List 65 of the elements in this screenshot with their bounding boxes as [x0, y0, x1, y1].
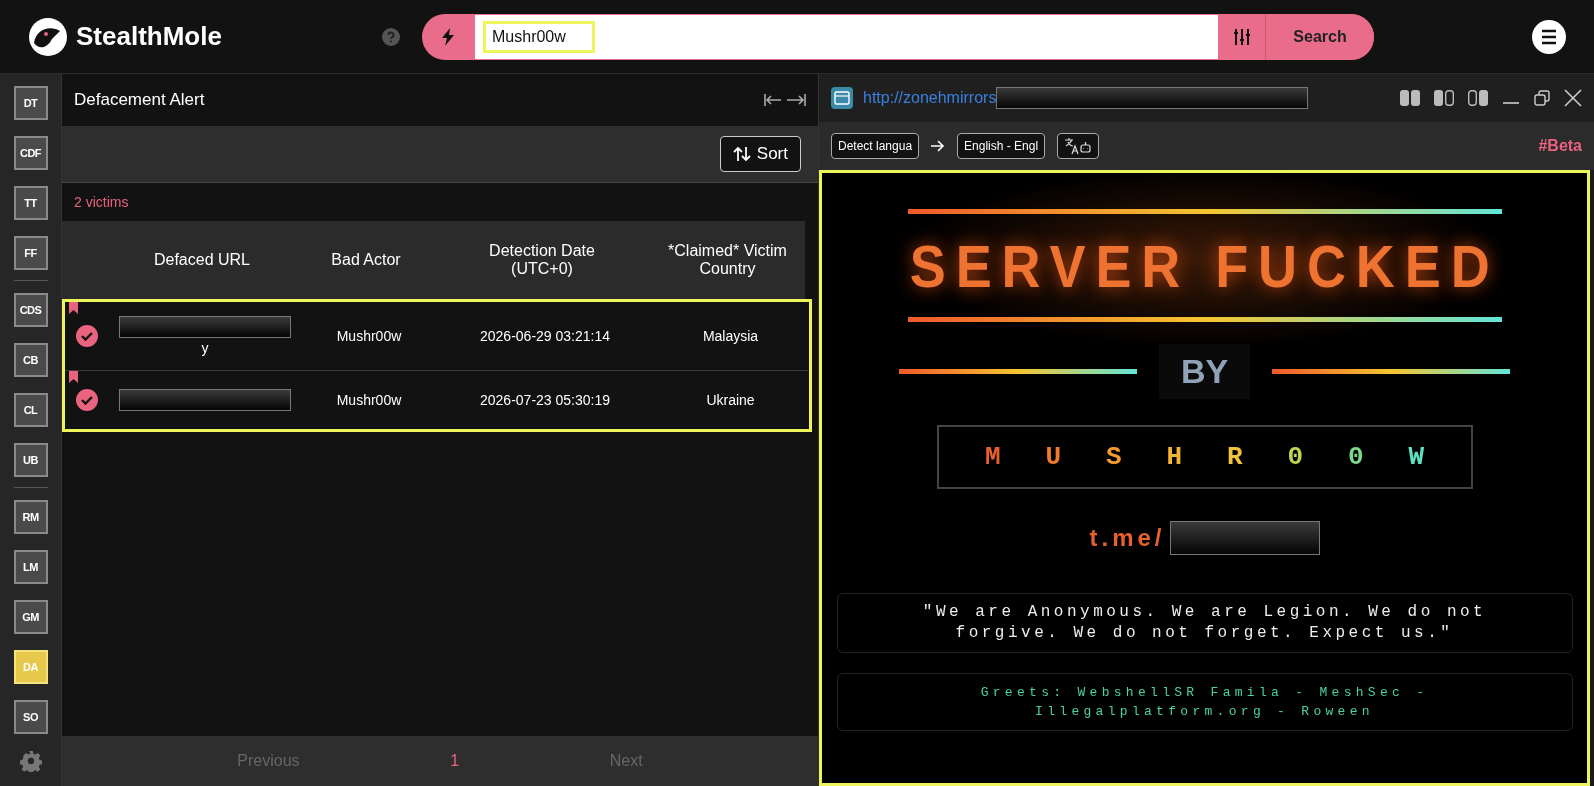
- by-label: BY: [1158, 344, 1251, 399]
- defacement-headline: SERVER FUCKED: [909, 232, 1500, 301]
- browser-window-icon: [831, 87, 853, 109]
- menu-icon[interactable]: [1532, 19, 1566, 54]
- column-header[interactable]: Defaced URL: [106, 251, 298, 269]
- lightning-icon[interactable]: [441, 27, 455, 46]
- settings-icon[interactable]: [19, 750, 42, 772]
- quote-text: "We are Anonymous. We are Legion. We do not forgive. We do not forget. Expect us.": [836, 593, 1573, 653]
- sidebar-button[interactable]: CL: [13, 393, 48, 427]
- beta-label: #Beta: [1538, 137, 1582, 155]
- column-header[interactable]: Bad Actor: [298, 251, 434, 269]
- sidebar-button[interactable]: FF: [13, 236, 48, 270]
- table-cell-text: Ukraine: [705, 392, 756, 408]
- checkmark-icon[interactable]: [76, 325, 98, 347]
- table-cell-text: Mushr00w: [335, 328, 403, 344]
- split-view-icon[interactable]: [1400, 90, 1420, 106]
- checkmark-icon[interactable]: [76, 389, 98, 411]
- bookmark-icon[interactable]: [69, 302, 78, 314]
- sort-icon: [732, 146, 751, 162]
- mole-logo-icon: [28, 16, 68, 57]
- name-letter: S: [1105, 442, 1122, 472]
- bookmark-icon[interactable]: [69, 371, 78, 383]
- filter-sliders-icon[interactable]: [1233, 27, 1251, 46]
- name-letter: R: [1226, 442, 1243, 472]
- table-cell-text: 2026-06-29 03:21:14: [479, 328, 611, 344]
- translate-button[interactable]: [1057, 133, 1100, 159]
- target-language-select[interactable]: English - Engl: [957, 133, 1046, 159]
- name-letter: M: [984, 442, 1001, 472]
- search-field[interactable]: Mushr00w: [483, 20, 595, 53]
- sidebar-button[interactable]: UB: [13, 443, 48, 477]
- source-language-select[interactable]: Detect langua: [831, 133, 920, 159]
- greets-text: Greets: WebshellSR Famila - MeshSec - Illegalplatform.org - Roween: [836, 673, 1573, 731]
- table-cell-text: Malaysia: [701, 328, 760, 344]
- sidebar-button[interactable]: RM: [13, 500, 48, 534]
- page-url[interactable]: http://zonehmirrors: [863, 89, 997, 107]
- sidebar-button[interactable]: DT: [13, 86, 48, 120]
- sidebar-button[interactable]: SO: [13, 700, 48, 734]
- sidebar-button[interactable]: CDF: [13, 136, 48, 170]
- sort-button[interactable]: Sort: [719, 136, 801, 172]
- name-letter: 0: [1287, 442, 1304, 472]
- help-icon[interactable]: [382, 27, 400, 46]
- logo-text: StealthMole: [76, 21, 222, 52]
- sidebar-button[interactable]: CB: [13, 343, 48, 377]
- sidebar-button[interactable]: CDS: [13, 293, 48, 327]
- restore-icon[interactable]: [1534, 90, 1550, 106]
- page-number[interactable]: 1: [444, 751, 466, 771]
- sidebar-button[interactable]: TT: [13, 186, 48, 220]
- sidebar-button[interactable]: GM: [13, 600, 48, 634]
- victim-count: 2 victims: [74, 194, 129, 210]
- panel-title: Defacement Alert: [74, 90, 205, 110]
- name-letter: U: [1045, 442, 1062, 472]
- right-arrow-icon: [931, 140, 946, 152]
- close-icon[interactable]: [1564, 89, 1582, 107]
- column-header[interactable]: *Claimed* Victim Country: [650, 242, 805, 278]
- name-letter: W: [1408, 442, 1425, 472]
- split-view-icon[interactable]: [1468, 90, 1488, 106]
- name-letter: 0: [1347, 442, 1364, 472]
- table-cell-text: 2026-07-23 05:30:19: [479, 392, 611, 408]
- column-header[interactable]: Detection Date (UTC+0): [434, 242, 650, 278]
- split-view-icon[interactable]: [1434, 90, 1454, 106]
- name-letter: H: [1166, 442, 1183, 472]
- collapse-expand-icon[interactable]: [764, 92, 806, 108]
- sidebar-button[interactable]: LM: [13, 550, 48, 584]
- table-cell: y: [201, 340, 209, 356]
- table-cell-text: Mushr00w: [335, 392, 403, 408]
